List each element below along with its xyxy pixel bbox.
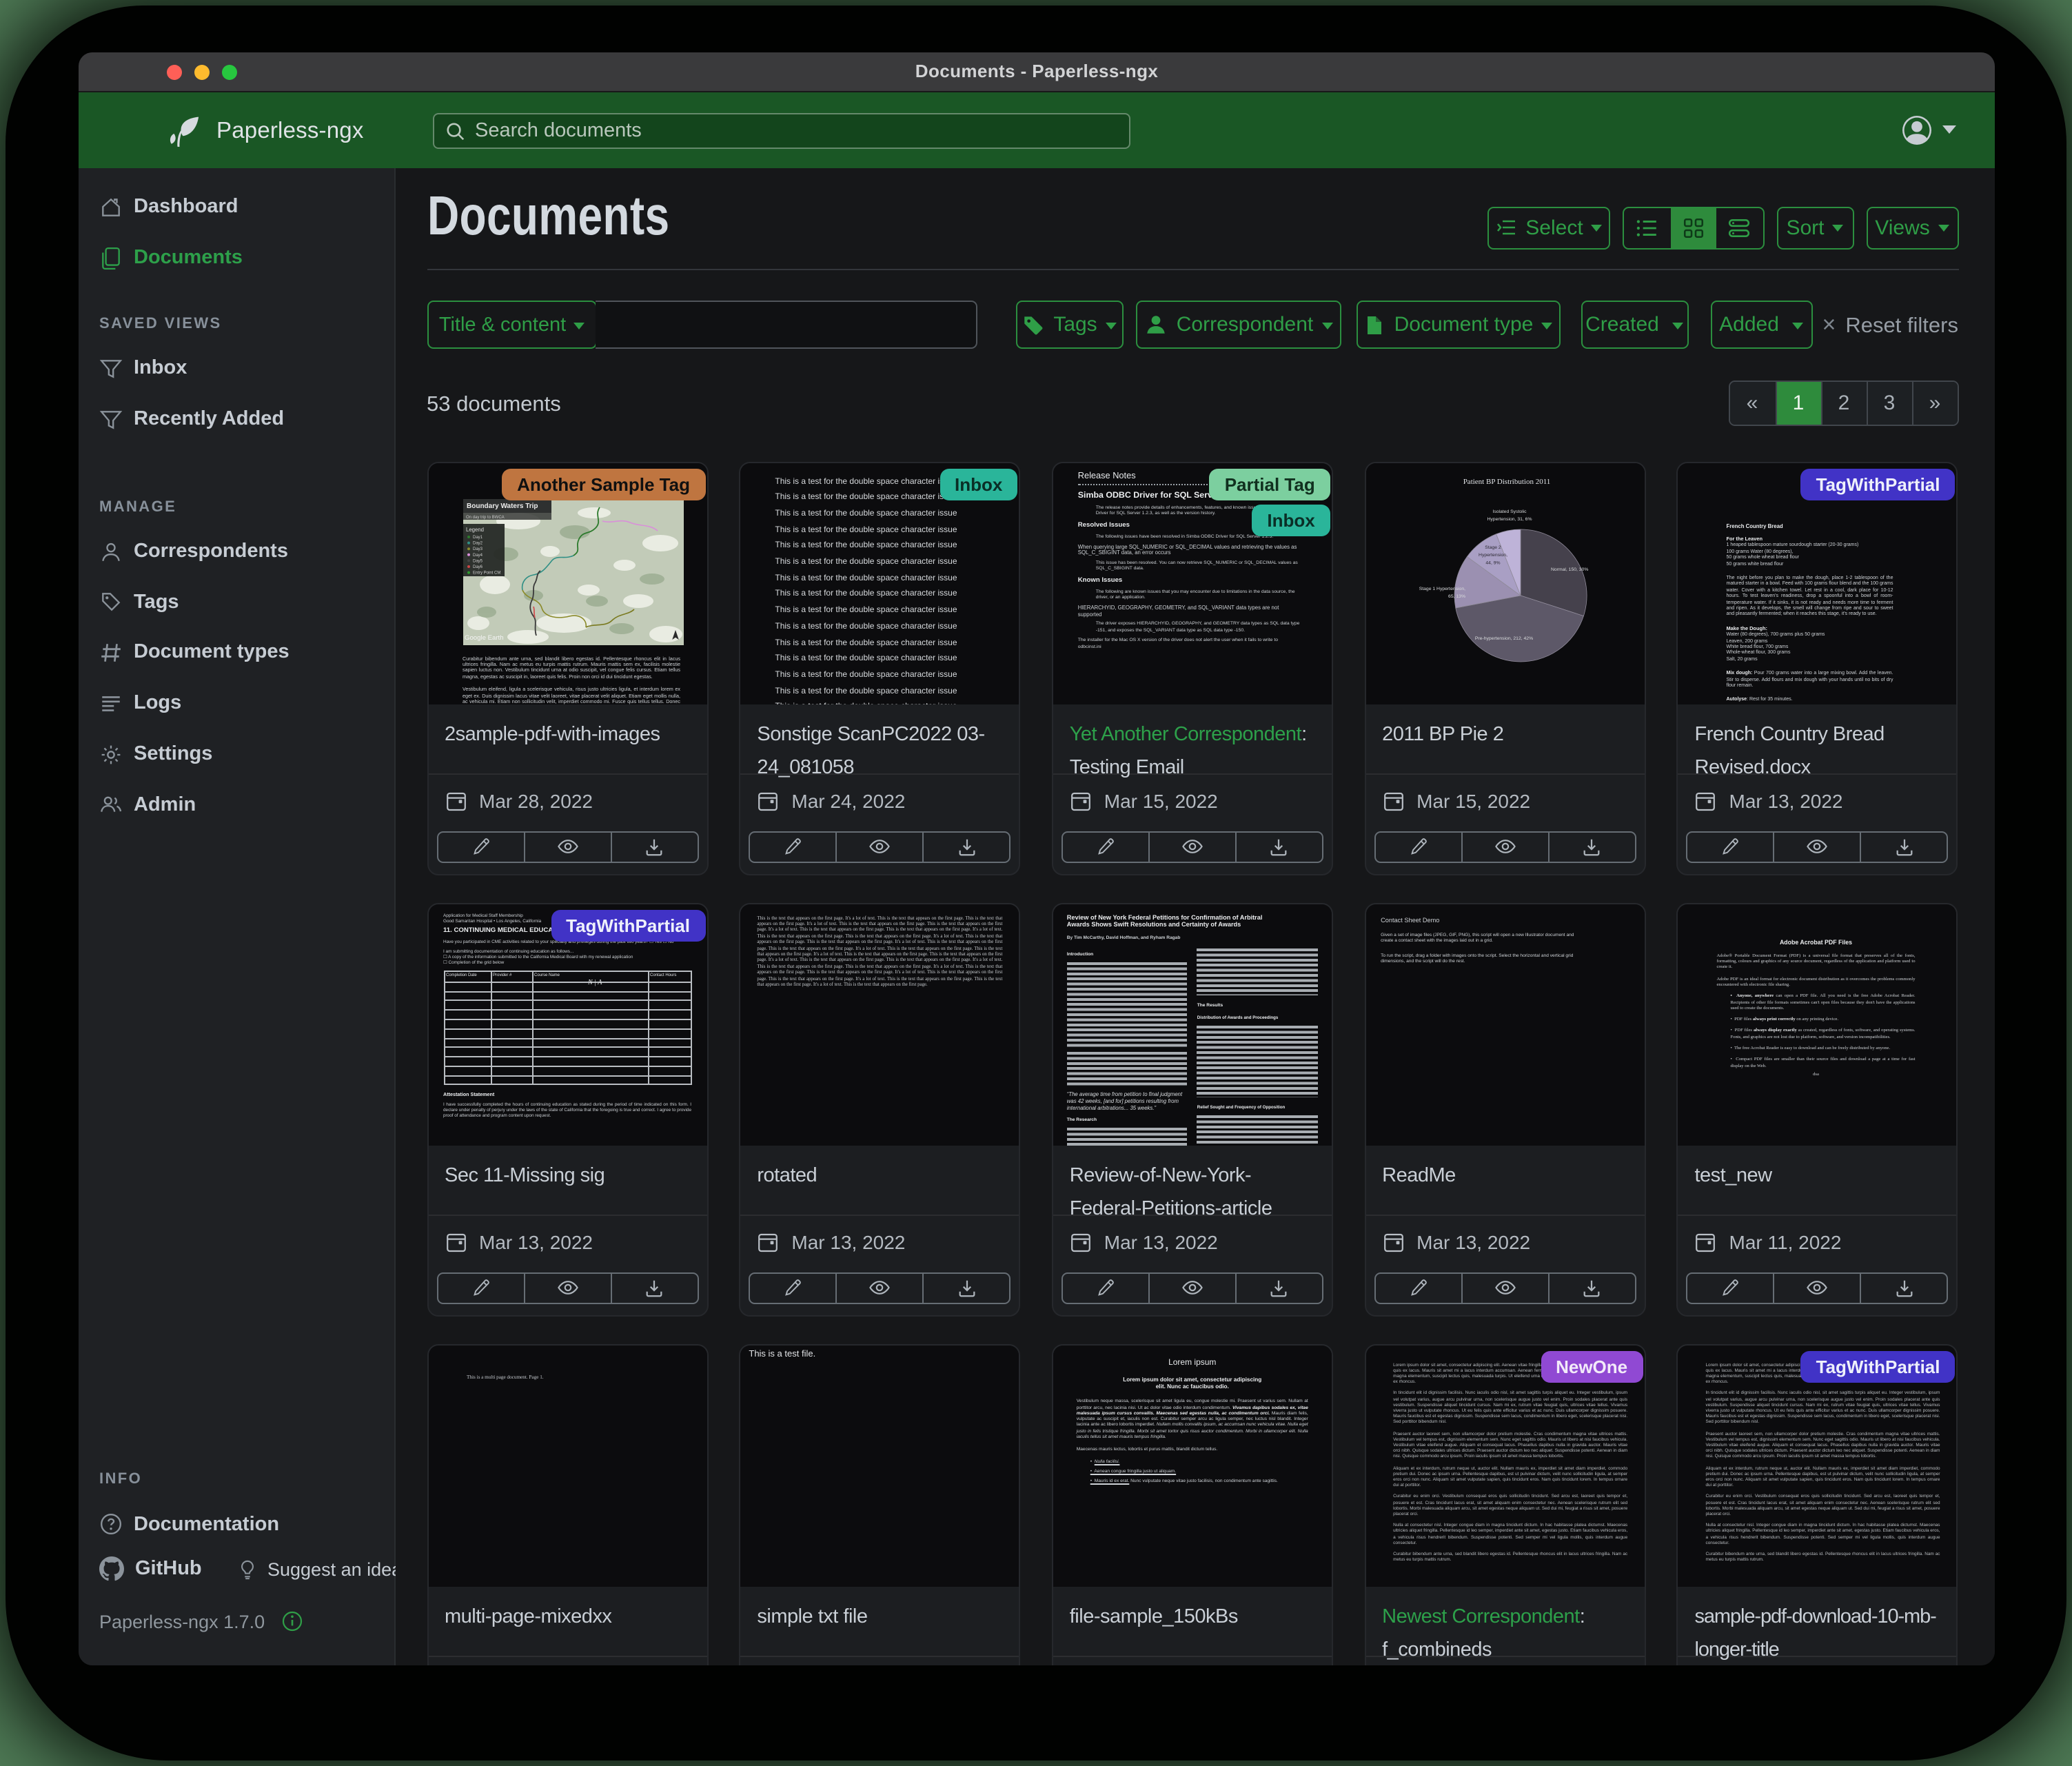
svg-text:Day2: Day2 <box>472 541 483 545</box>
svg-text:Isolated Systolic: Isolated Systolic <box>1492 509 1527 514</box>
svg-text:44, 9%: 44, 9% <box>1485 560 1500 565</box>
svg-text:Legend: Legend <box>465 526 483 532</box>
svg-text:Day4: Day4 <box>472 553 483 557</box>
svg-text:Day1: Day1 <box>472 535 483 539</box>
svg-text:Day5: Day5 <box>472 558 483 562</box>
svg-text:65, 13%: 65, 13% <box>1448 593 1465 598</box>
svg-text:On day trip to BWCA: On day trip to BWCA <box>465 515 504 519</box>
svg-text:Boundary Waters Trip: Boundary Waters Trip <box>466 502 538 509</box>
svg-text:Google Earth: Google Earth <box>464 633 503 641</box>
svg-text:Pre-hypertension, 212, 42%: Pre-hypertension, 212, 42% <box>1474 636 1532 640</box>
svg-text:Hypertension, 31, 6%: Hypertension, 31, 6% <box>1487 516 1532 521</box>
svg-text:Hypertension,: Hypertension, <box>1478 552 1507 557</box>
svg-text:Patient BP Distribution 2011: Patient BP Distribution 2011 <box>1463 477 1550 485</box>
svg-text:Stage 2: Stage 2 <box>1484 545 1501 549</box>
svg-text:Stage 1 Hypertension,: Stage 1 Hypertension, <box>1419 586 1465 591</box>
svg-text:Entry Point CM: Entry Point CM <box>472 571 500 575</box>
svg-text:Day3: Day3 <box>472 547 483 551</box>
svg-text:Day6: Day6 <box>472 565 483 569</box>
svg-text:Normal, 150, 30%: Normal, 150, 30% <box>1550 567 1587 571</box>
